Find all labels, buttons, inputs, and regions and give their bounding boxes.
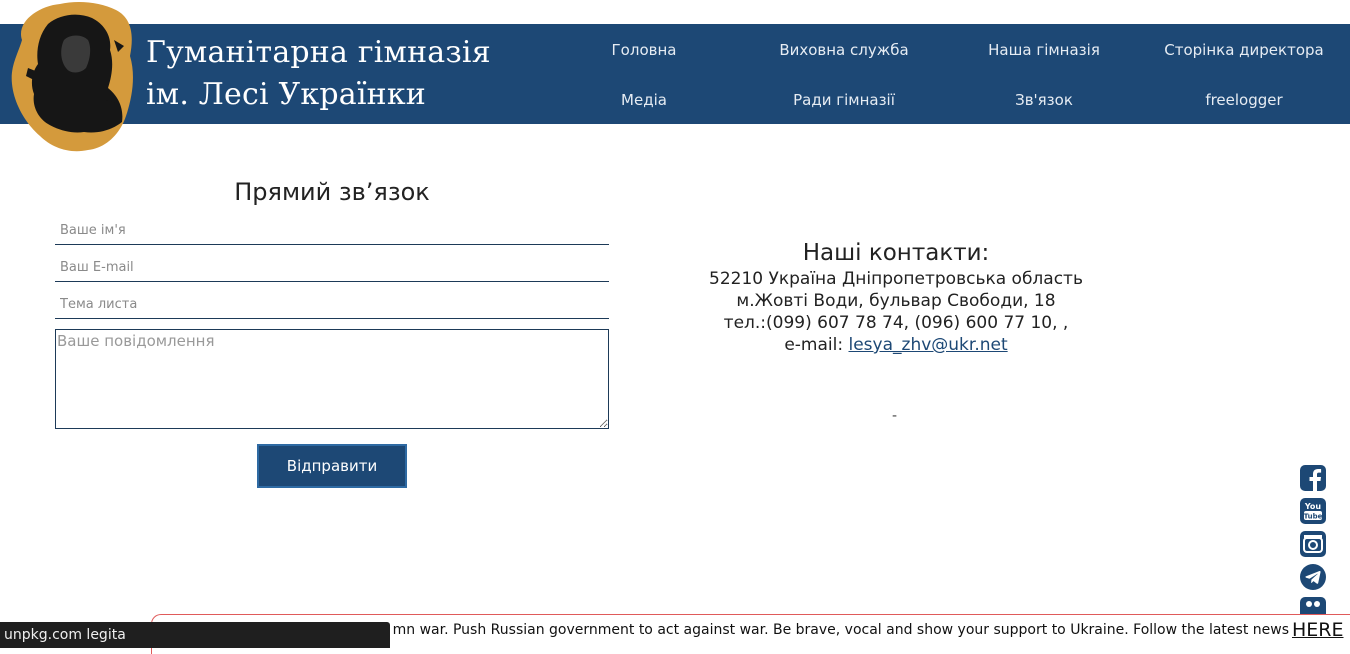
nav-item-our-gymnasium[interactable]: Наша гімназія: [944, 40, 1144, 60]
separator-dash: -: [892, 408, 898, 424]
svg-text:Tube: Tube: [1304, 513, 1323, 521]
nav-item-media[interactable]: Медіа: [544, 90, 744, 110]
nav-item-freelogger[interactable]: freelogger: [1144, 90, 1344, 110]
address-line-2: м.Жовті Води, бульвар Свободи, 18: [736, 291, 1056, 311]
email-input[interactable]: [55, 254, 609, 282]
subject-input[interactable]: [55, 291, 609, 319]
nav-item-home[interactable]: Головна: [544, 40, 744, 60]
main-nav: Головна Виховна служба Наша гімназія Сто…: [544, 24, 1344, 124]
email-line: e-mail: lesya_zhv@ukr.net: [646, 334, 1146, 356]
contacts-block: Наші контакти: 52210 Україна Дніпропетро…: [646, 238, 1146, 356]
instagram-icon[interactable]: [1299, 530, 1327, 558]
name-input[interactable]: [55, 217, 609, 245]
browser-status-bar: unpkg.com legita: [0, 622, 390, 648]
form-title: Прямий зв’язок: [234, 178, 430, 206]
nav-item-contact[interactable]: Зв'язок: [944, 90, 1144, 110]
telegram-icon[interactable]: [1299, 563, 1327, 591]
site-title-line1: Гуманітарна гімназія: [146, 35, 491, 70]
email-link[interactable]: lesya_zhv@ukr.net: [849, 335, 1008, 355]
nav-item-councils[interactable]: Ради гімназії: [744, 90, 944, 110]
school-logo[interactable]: [8, 0, 136, 152]
site-title[interactable]: Гуманітарна гімназія ім. Лесі Українки: [146, 32, 491, 116]
support-banner-link[interactable]: HERE: [1292, 619, 1344, 641]
email-label: e-mail:: [784, 335, 849, 355]
contacts-title: Наші контакти:: [802, 240, 990, 266]
phone-line: тел.:(099) 607 78 74, (096) 600 77 10, ,: [723, 313, 1069, 333]
message-textarea[interactable]: [55, 329, 609, 429]
youtube-icon[interactable]: You Tube: [1299, 497, 1327, 525]
site-title-line2: ім. Лесі Українки: [146, 77, 426, 112]
svg-text:You: You: [1304, 502, 1322, 511]
nav-item-director-page[interactable]: Сторінка директора: [1144, 40, 1344, 60]
address-line-1: 52210 Україна Дніпропетровська область: [709, 269, 1083, 289]
nav-item-education-service[interactable]: Виховна служба: [744, 40, 944, 60]
submit-button[interactable]: Відправити: [257, 444, 407, 488]
facebook-icon[interactable]: [1299, 464, 1327, 492]
